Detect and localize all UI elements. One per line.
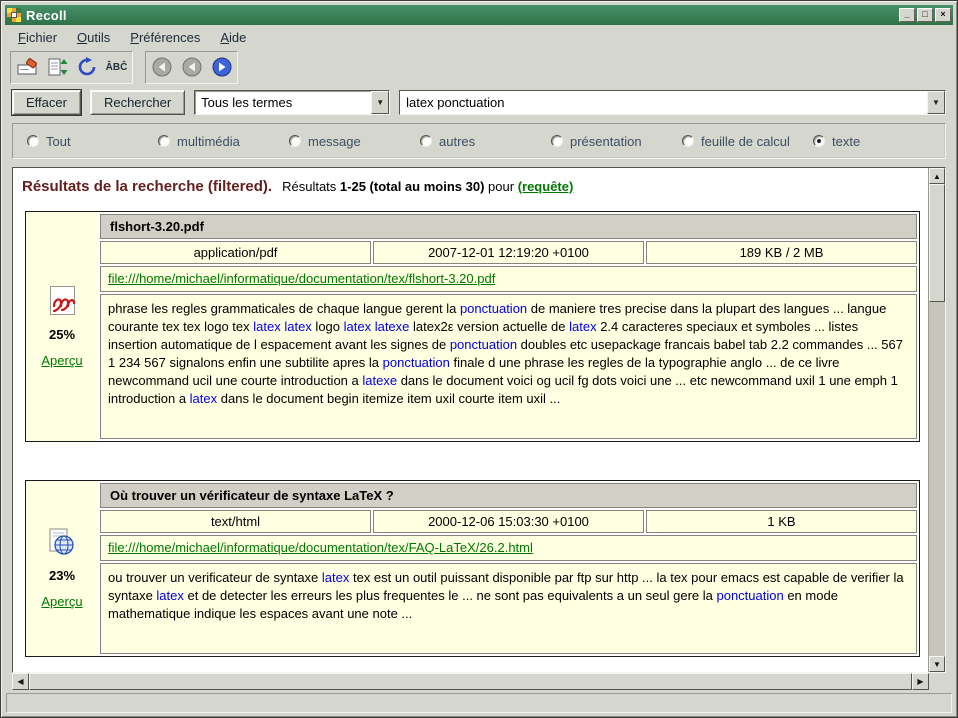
scroll-right-icon[interactable]: ▶	[912, 673, 929, 690]
search-controls: Effacer Rechercher Tous les termes ▼ ▼	[5, 85, 953, 119]
filter-radio-multimedia[interactable]: multimédia	[158, 134, 289, 149]
results-list: Résultats de la recherche (filtered). Rés…	[13, 168, 928, 672]
toolbar: ÂBĈ	[5, 49, 953, 85]
toolbar-nav-group	[145, 51, 238, 84]
filter-radio-message[interactable]: message	[289, 134, 420, 149]
minimize-button[interactable]: _	[899, 8, 915, 22]
term-explorer-button[interactable]: ÂBĈ	[103, 54, 130, 81]
result-mime-type: application/pdf	[100, 241, 371, 264]
result-details: Où trouver un vérificateur de syntaxe La…	[98, 481, 919, 656]
result-left-panel: 25% Aperçu	[26, 212, 98, 441]
result-meta-row: text/html 2000-12-06 15:03:30 +0100 1 KB	[100, 510, 917, 533]
term-explorer-icon: ÂBĈ	[106, 62, 128, 73]
result-date: 2007-12-01 12:19:20 +0100	[373, 241, 644, 264]
search-mode-combobox[interactable]: Tous les termes ▼	[194, 90, 390, 115]
result-meta-row: application/pdf 2007-12-01 12:19:20 +010…	[100, 241, 917, 264]
erase-search-icon	[16, 56, 38, 78]
vertical-scrollbar[interactable]: ▲ ▼	[928, 168, 945, 672]
horizontal-scrollbar-row: ◀ ▶	[12, 673, 946, 690]
radio-icon	[551, 135, 563, 147]
scroll-up-icon[interactable]: ▲	[929, 168, 945, 184]
first-page-button[interactable]	[148, 54, 175, 81]
menu-outils[interactable]: Outils	[67, 26, 120, 49]
query-dropdown-icon[interactable]: ▼	[927, 91, 945, 114]
reload-button[interactable]	[73, 54, 100, 81]
radio-icon	[158, 135, 170, 147]
status-bar	[6, 693, 952, 713]
radio-icon	[27, 135, 39, 147]
radio-icon	[289, 135, 301, 147]
prev-page-icon	[181, 56, 203, 78]
query-combobox[interactable]: ▼	[399, 90, 946, 115]
filter-radio-autres[interactable]: autres	[420, 134, 551, 149]
preview-link[interactable]: Aperçu	[41, 594, 82, 609]
results-frame: Résultats de la recherche (filtered). Rés…	[12, 167, 946, 673]
search-button[interactable]: Rechercher	[90, 90, 185, 115]
first-page-icon	[151, 56, 173, 78]
radio-icon	[682, 135, 694, 147]
scroll-down-icon[interactable]: ▼	[929, 656, 945, 672]
result-date: 2000-12-06 15:03:30 +0100	[373, 510, 644, 533]
result-item: 23% Aperçu Où trouver un vérificateur de…	[25, 480, 920, 657]
next-page-icon	[211, 56, 233, 78]
vertical-scrollbar-thumb[interactable]	[929, 184, 945, 302]
result-snippet: phrase les regles grammaticales de chaqu…	[100, 294, 917, 439]
result-title: flshort-3.20.pdf	[100, 214, 917, 239]
erase-search-button[interactable]	[13, 54, 40, 81]
result-details: flshort-3.20.pdf application/pdf 2007-12…	[98, 212, 919, 441]
scroll-left-icon[interactable]: ◀	[12, 673, 29, 690]
radio-icon	[813, 135, 825, 147]
result-title: Où trouver un vérificateur de syntaxe La…	[100, 483, 917, 508]
result-url-cell: file:///home/michael/informatique/docume…	[100, 266, 917, 292]
filter-radio-texte[interactable]: texte	[813, 134, 860, 149]
result-mime-type: text/html	[100, 510, 371, 533]
search-mode-value: Tous les termes	[195, 91, 371, 114]
sort-params-button[interactable]	[43, 54, 70, 81]
sort-params-icon	[46, 56, 68, 78]
maximize-button[interactable]: □	[917, 8, 933, 22]
search-mode-dropdown-icon[interactable]: ▼	[371, 91, 389, 114]
menu-fichier[interactable]: Fichier	[8, 26, 67, 49]
toolbar-main-group: ÂBĈ	[10, 51, 133, 84]
search-input[interactable]	[400, 91, 927, 114]
next-page-button[interactable]	[208, 54, 235, 81]
window-title: Recoll	[26, 8, 894, 23]
prev-page-button[interactable]	[178, 54, 205, 81]
result-left-panel: 23% Aperçu	[26, 481, 98, 656]
scrollbar-corner	[929, 673, 946, 690]
pdf-file-icon	[49, 285, 76, 316]
html-file-icon	[48, 528, 76, 557]
result-item: 25% Aperçu flshort-3.20.pdf application/…	[25, 211, 920, 442]
doc-type-filterbar: Tout multimédia message autres présentat…	[12, 123, 946, 159]
recoll-app-icon	[7, 8, 21, 22]
result-snippet: ou trouver un verificateur de syntaxe la…	[100, 563, 917, 654]
menu-preferences[interactable]: Préférences	[120, 26, 210, 49]
relevance-percent: 25%	[49, 327, 75, 342]
menu-aide[interactable]: Aide	[210, 26, 256, 49]
radio-icon	[420, 135, 432, 147]
titlebar[interactable]: Recoll _ □ ×	[5, 5, 953, 25]
results-title: Résultats de la recherche (filtered).	[22, 178, 272, 195]
result-url-cell: file:///home/michael/informatique/docume…	[100, 535, 917, 561]
recoll-window: Recoll _ □ × Fichier Outils Préférences …	[0, 0, 958, 718]
horizontal-scrollbar[interactable]: ◀ ▶	[12, 673, 929, 690]
result-size: 189 KB / 2 MB	[646, 241, 917, 264]
query-link[interactable]: (requête)	[518, 179, 574, 194]
results-count: Résultats 1-25 (total au moins 30) pour …	[282, 179, 573, 194]
filter-radio-feuille-de-calcul[interactable]: feuille de calcul	[682, 134, 813, 149]
relevance-percent: 23%	[49, 568, 75, 583]
filter-radio-presentation[interactable]: présentation	[551, 134, 682, 149]
vertical-scrollbar-trough[interactable]	[929, 302, 945, 656]
menubar: Fichier Outils Préférences Aide	[5, 25, 953, 49]
reload-icon	[76, 56, 98, 78]
result-url-link[interactable]: file:///home/michael/informatique/docume…	[108, 540, 533, 555]
horizontal-scrollbar-thumb[interactable]	[29, 673, 912, 690]
result-url-link[interactable]: file:///home/michael/informatique/docume…	[108, 271, 495, 286]
preview-link[interactable]: Aperçu	[41, 353, 82, 368]
filter-radio-tout[interactable]: Tout	[27, 134, 158, 149]
result-size: 1 KB	[646, 510, 917, 533]
clear-button[interactable]: Effacer	[12, 90, 81, 115]
close-button[interactable]: ×	[935, 8, 951, 22]
results-header: Résultats de la recherche (filtered). Rés…	[22, 178, 922, 195]
